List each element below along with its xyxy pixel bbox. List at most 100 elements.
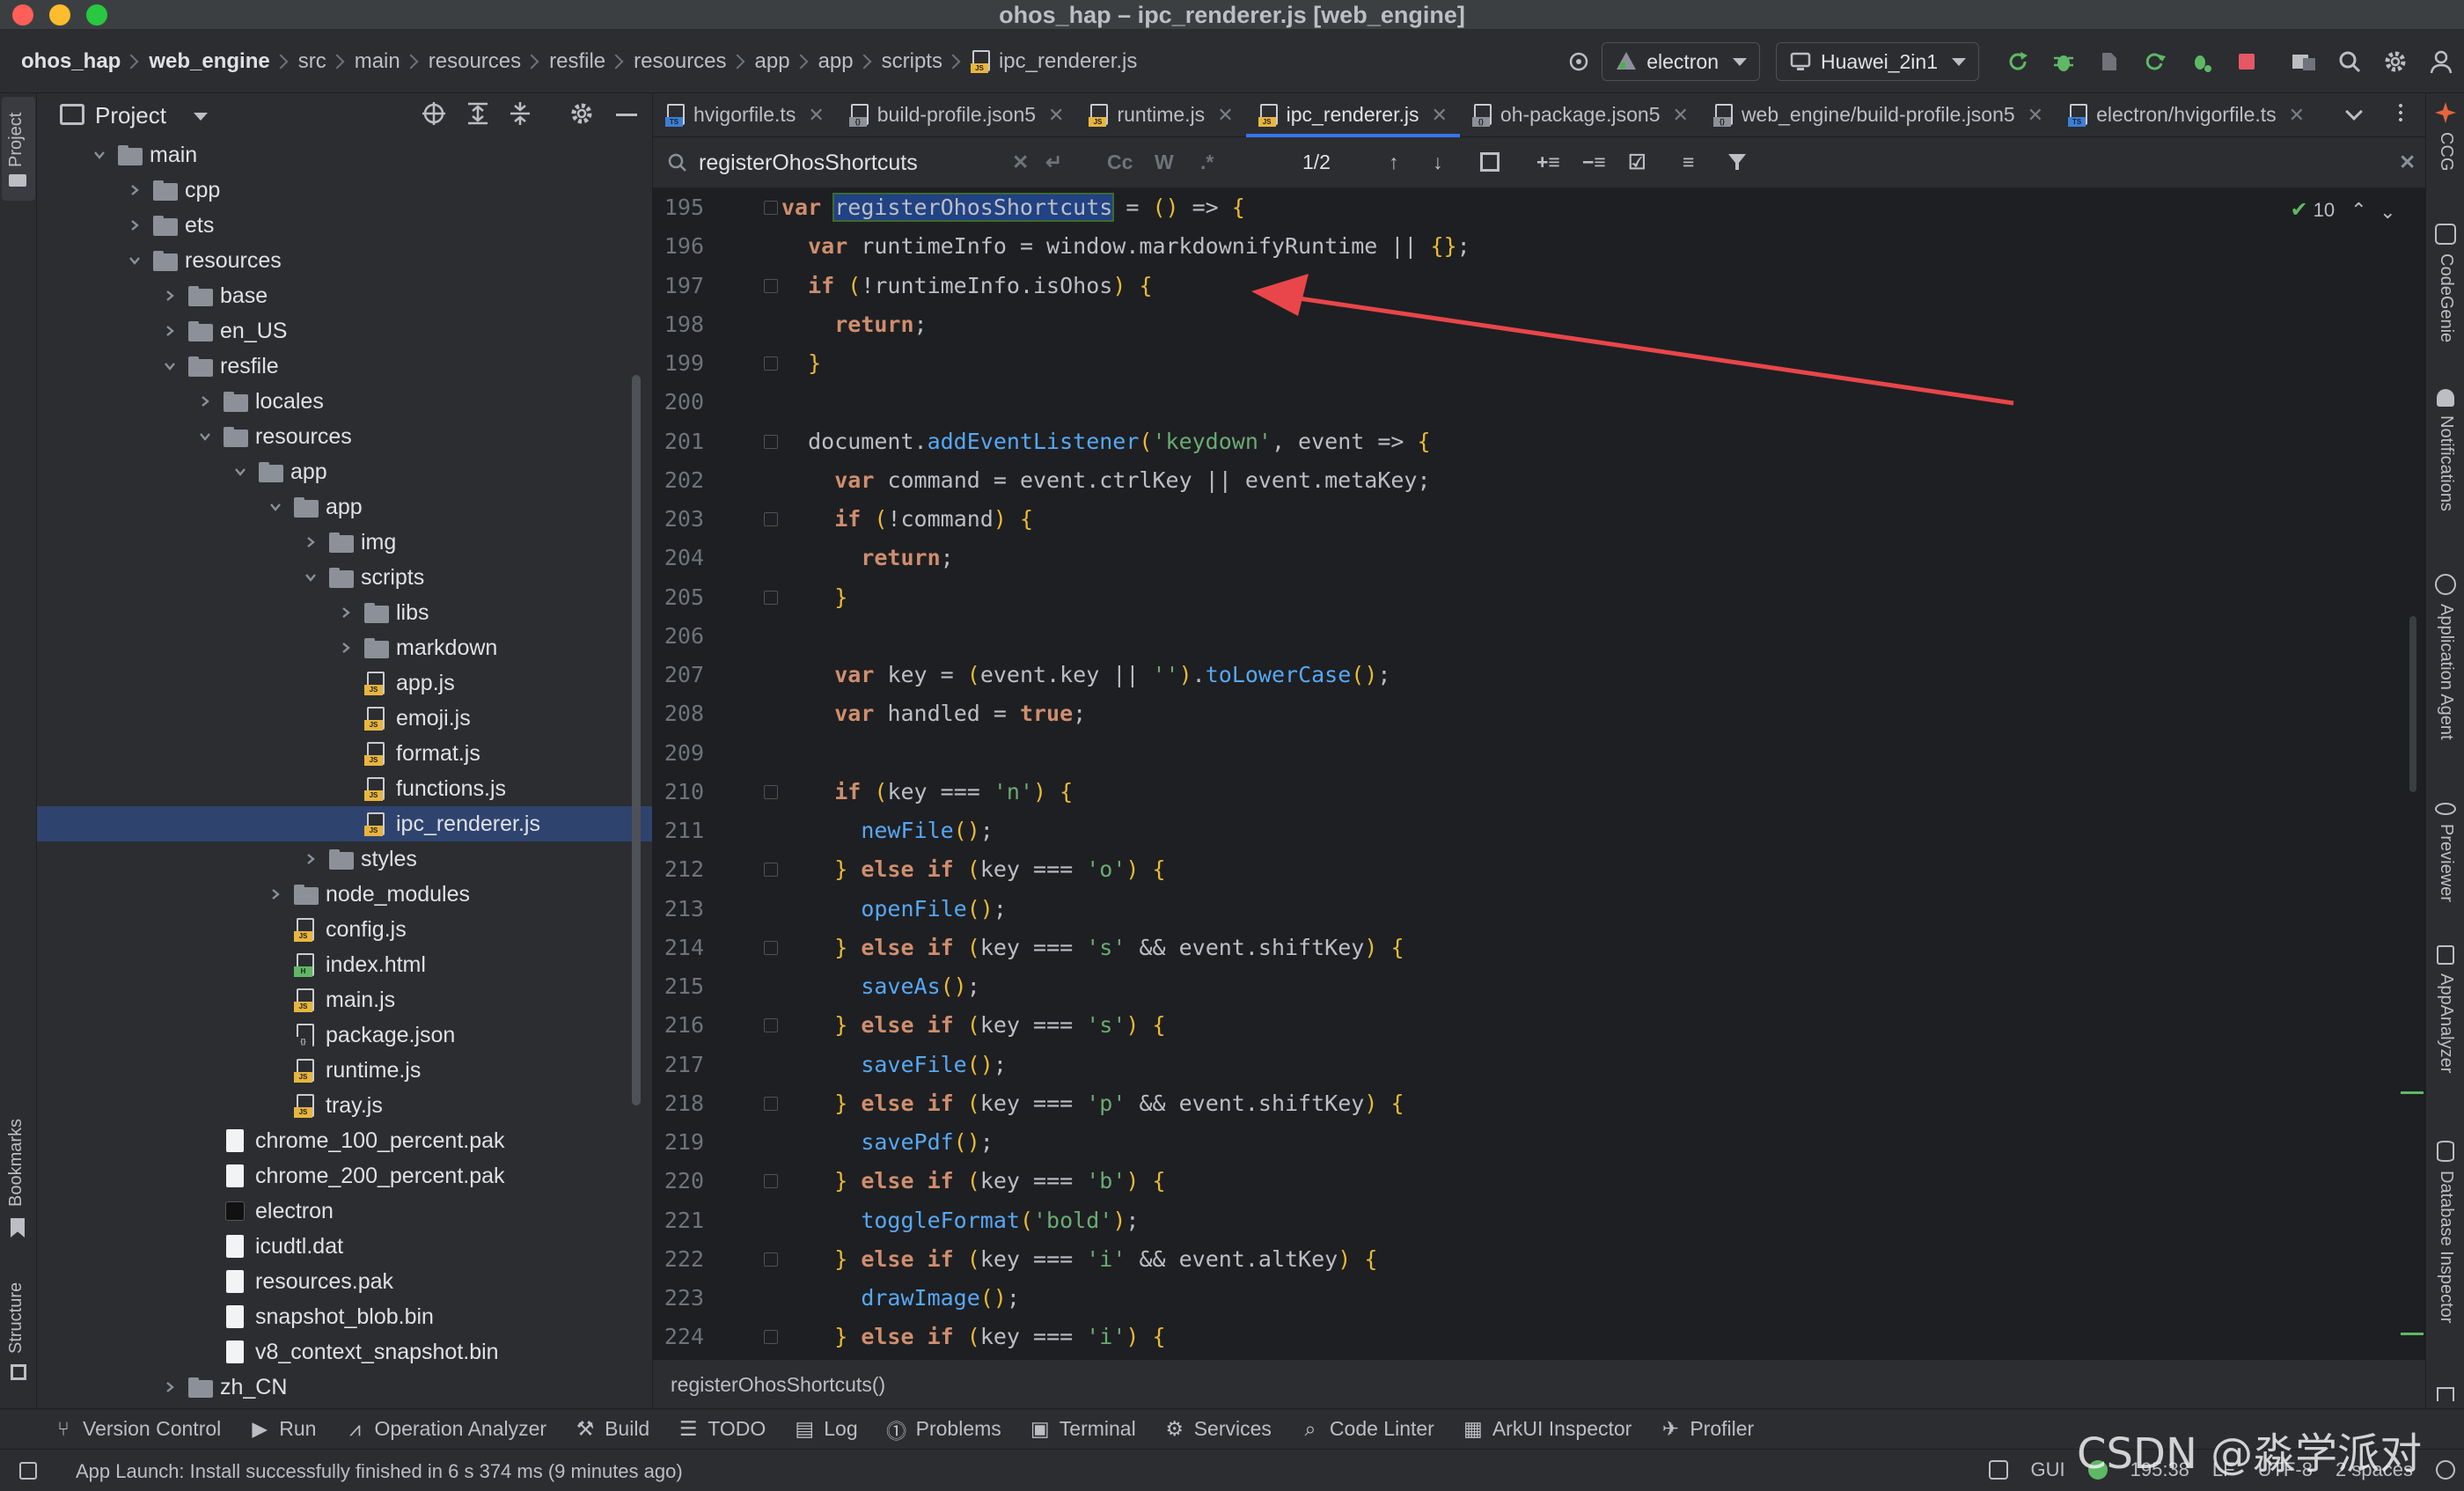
breadcrumb-item[interactable]: JS ipc_renderer.js — [970, 49, 1137, 74]
previous-occurrence-icon[interactable]: ↑ — [1389, 148, 1399, 176]
breadcrumb-item[interactable]: resfile — [549, 49, 605, 74]
layout-icon[interactable] — [2437, 1387, 2454, 1401]
close-icon[interactable]: ✕ — [1048, 104, 1064, 127]
search-icon[interactable] — [2335, 47, 2365, 77]
chevron-right-icon[interactable] — [160, 1377, 180, 1397]
lock-icon[interactable] — [2436, 1460, 2455, 1480]
tool-window-button[interactable]: ✈ Profiler — [1660, 1417, 1755, 1441]
tree-folder[interactable]: styles — [37, 841, 652, 877]
remove-selection-icon[interactable]: −≡ — [1582, 148, 1606, 176]
clear-search-icon[interactable]: ✕ — [1012, 148, 1029, 176]
tree-folder[interactable]: markdown — [37, 630, 652, 665]
close-icon[interactable]: ✕ — [2289, 104, 2305, 127]
stop-icon[interactable] — [2232, 47, 2262, 77]
close-icon[interactable]: ✕ — [808, 104, 824, 127]
match-case-toggle[interactable]: Cc — [1107, 148, 1133, 176]
tree-file[interactable]: snapshot_blob.bin — [37, 1299, 652, 1334]
next-occurrence-icon[interactable]: ↓ — [1433, 148, 1443, 176]
ccg-tool-label[interactable]: CCG — [2436, 132, 2456, 171]
codegenie-tool-label[interactable]: CodeGenie — [2436, 253, 2456, 342]
breadcrumb-item[interactable]: resources — [634, 49, 726, 74]
more-actions-icon[interactable] — [2399, 102, 2402, 123]
apply-changes-icon[interactable] — [2140, 47, 2170, 77]
chevron-down-icon[interactable] — [90, 145, 109, 165]
attach-debugger-icon[interactable] — [2094, 47, 2124, 77]
chevron-right-icon[interactable] — [266, 885, 285, 904]
tool-window-button[interactable]: ⚙ Services — [1164, 1417, 1272, 1441]
device-manager-icon[interactable] — [2289, 47, 2319, 77]
tree-file[interactable]: resources.pak — [37, 1264, 652, 1299]
chevron-down-icon[interactable] — [195, 427, 215, 446]
breadcrumb-item[interactable]: ohos_hap — [21, 49, 121, 74]
tool-window-button[interactable]: ▶ Run — [249, 1417, 316, 1441]
tree-folder[interactable]: ets — [37, 208, 652, 243]
tool-window-button[interactable]: ▣ Terminal — [1030, 1417, 1136, 1441]
chevron-right-icon[interactable] — [336, 603, 356, 622]
editor-tab[interactable]: TS electron/hvigorfile.ts ✕ — [2056, 93, 2317, 136]
editor-tab[interactable]: {} web_engine/build-profile.json5 ✕ — [1701, 93, 2056, 136]
chevron-right-icon[interactable] — [125, 180, 144, 200]
editor-tab[interactable]: TS hvigorfile.ts ✕ — [653, 93, 837, 136]
tool-window-button[interactable]: ▦ ArkUI Inspector — [1463, 1417, 1632, 1441]
tree-folder[interactable]: en_US — [37, 313, 652, 349]
tool-window-button[interactable]: ▤ Log — [794, 1417, 857, 1441]
tree-folder[interactable]: app — [37, 454, 652, 489]
chevron-down-icon[interactable] — [160, 356, 180, 376]
minimize-panel-icon[interactable] — [616, 114, 637, 116]
breadcrumb-item[interactable]: resources — [429, 49, 521, 74]
filter-options-icon[interactable]: ≡ — [1683, 148, 1694, 176]
expand-all-icon[interactable] — [465, 100, 491, 127]
account-icon[interactable] — [2426, 47, 2456, 77]
breadcrumb-item[interactable]: scripts — [882, 49, 942, 74]
tree-file[interactable]: {} package.json — [37, 1017, 652, 1053]
chevron-right-icon[interactable] — [160, 286, 180, 305]
bookmarks-tool-label[interactable]: Bookmarks — [6, 1119, 26, 1207]
collapse-all-icon[interactable] — [507, 100, 533, 127]
tree-file[interactable]: JS emoji.js — [37, 701, 652, 736]
tree-file[interactable]: chrome_100_percent.pak — [37, 1123, 652, 1158]
chevron-right-icon[interactable] — [195, 392, 215, 411]
locate-file-icon[interactable] — [421, 100, 447, 127]
debug-icon[interactable] — [2049, 47, 2079, 77]
chevron-down-icon[interactable] — [301, 568, 320, 587]
tool-window-button[interactable]: ⚒ Build — [575, 1417, 649, 1441]
chevron-right-icon[interactable] — [301, 849, 320, 869]
profile-debug-icon[interactable] — [2186, 47, 2216, 77]
tool-window-button[interactable]: ☰ TODO — [678, 1417, 766, 1441]
chevron-down-icon[interactable] — [266, 497, 285, 517]
tree-folder[interactable]: scripts — [37, 560, 652, 595]
add-selection-icon[interactable]: +≡ — [1536, 148, 1560, 176]
chevron-right-icon[interactable] — [125, 216, 144, 235]
tree-file[interactable]: icudtl.dat — [37, 1229, 652, 1264]
tree-folder[interactable]: img — [37, 525, 652, 560]
words-toggle[interactable]: W — [1155, 148, 1174, 176]
previewer-tool-label[interactable]: Previewer — [2436, 824, 2456, 902]
tree-folder[interactable]: locales — [37, 384, 652, 419]
close-icon[interactable]: ✕ — [1673, 104, 1689, 127]
editor-tab[interactable]: JS ipc_renderer.js ✕ — [1245, 93, 1461, 137]
tree-file[interactable]: electron — [37, 1194, 652, 1229]
breadcrumb-item[interactable]: app — [755, 49, 790, 74]
tree-folder[interactable]: resources — [37, 419, 652, 454]
structure-tool-label[interactable]: Structure — [6, 1282, 26, 1354]
tree-file[interactable]: JS ipc_renderer.js — [37, 806, 652, 841]
project-scrollbar[interactable] — [632, 375, 641, 1105]
tree-folder[interactable]: resfile — [37, 349, 652, 384]
tree-file[interactable]: JS config.js — [37, 912, 652, 947]
tree-folder[interactable]: libs — [37, 595, 652, 630]
code-editor[interactable]: 195 var registerOhosShortcuts = () => {19… — [653, 188, 2425, 1359]
target-icon[interactable] — [1564, 47, 1594, 77]
gui-status[interactable]: GUI — [2031, 1458, 2065, 1481]
application-agent-tool-label[interactable]: Application Agent — [2436, 604, 2456, 740]
toggle-selection-icon[interactable]: ☑ — [1628, 148, 1646, 176]
chevron-down-icon[interactable] — [231, 462, 250, 481]
tree-folder[interactable]: node_modules — [37, 877, 652, 912]
tree-folder[interactable]: cpp — [37, 173, 652, 208]
tree-file[interactable]: JS functions.js — [37, 771, 652, 806]
tree-file[interactable]: Hindex.html — [37, 947, 652, 982]
tree-file[interactable]: v8_context_snapshot.bin — [37, 1334, 652, 1370]
close-icon[interactable]: ✕ — [1431, 104, 1447, 127]
new-line-icon[interactable]: ↵ — [1045, 148, 1062, 176]
chevron-right-icon[interactable] — [301, 532, 320, 552]
editor-tab[interactable]: {} build-profile.json5 ✕ — [837, 93, 1077, 136]
